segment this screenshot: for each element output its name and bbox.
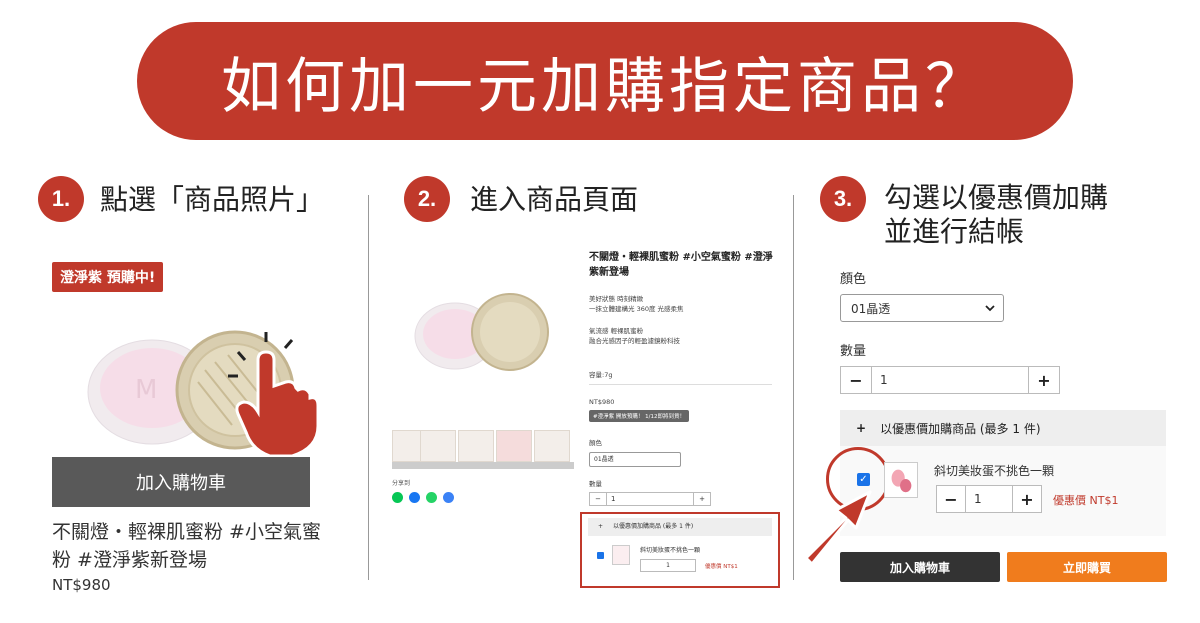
step-3-number: 3. <box>820 176 866 222</box>
addon-plus-icon: + <box>598 523 604 530</box>
product-price: NT$980 <box>52 576 111 594</box>
share-label: 分享到 <box>392 480 411 487</box>
product-title: 不關燈・輕裸肌蜜粉 #小空氣蜜粉 #澄淨紫新登場 <box>589 252 773 278</box>
preorder-badge: 澄淨紫 預購中! <box>52 262 164 292</box>
step-2-text: 進入商品頁面 <box>470 183 639 216</box>
line-icon[interactable] <box>392 492 403 503</box>
addon-qty-stepper[interactable]: − 1 + <box>936 485 1042 513</box>
addon-header[interactable]: + 以優惠價加購商品 (最多 1 件) <box>588 518 772 536</box>
preorder-tag: #澄淨紫 開放預購！ 1/12即將到貨！ <box>589 410 689 422</box>
qty-minus-button[interactable]: − <box>590 493 606 505</box>
color-label: 顏色 <box>840 272 867 287</box>
addon-header-label: 以優惠價加購商品 (最多 1 件) <box>880 421 1041 436</box>
description-line: 融合光感因子的輕盈濾鏡粉科技 <box>589 337 680 345</box>
addon-qty-input[interactable]: 1 <box>965 486 1013 512</box>
thumbnail[interactable] <box>496 430 532 462</box>
thumbnail[interactable] <box>458 430 494 462</box>
addon-header-label: 以優惠價加購商品 (最多 1 件) <box>612 523 694 530</box>
qty-plus-button[interactable]: + <box>1029 367 1059 393</box>
add-to-cart-button[interactable]: 加入購物車 <box>52 457 310 507</box>
qty-value[interactable]: 1 <box>606 493 694 505</box>
step-1-text: 點選「商品照片」 <box>100 183 325 216</box>
color-select-value: 01晶透 <box>851 301 891 316</box>
addon-thumbnail <box>884 462 918 498</box>
addon-plus-icon: + <box>856 421 867 435</box>
svg-text:M: M <box>135 375 157 405</box>
description-line: 氣流感 輕裸肌蜜粉 <box>589 327 644 335</box>
addon-qty-stepper[interactable]: 1 <box>640 559 696 572</box>
price-text: NT$980 <box>589 398 615 406</box>
thumbnail[interactable] <box>420 430 456 462</box>
color-select[interactable]: 01晶透 <box>589 452 681 467</box>
addon-qty-minus-button[interactable]: − <box>937 486 965 512</box>
quantity-stepper[interactable]: − 1 + <box>840 366 1060 394</box>
product-main-image <box>414 293 549 371</box>
addon-qty-plus-button[interactable]: + <box>1013 486 1041 512</box>
step-3-text-line2: 並進行結帳 <box>884 215 1025 248</box>
quantity-label: 數量 <box>589 480 602 488</box>
description-line: 美好狀態 時刻精緻 <box>589 295 644 303</box>
step-1-number: 1. <box>38 176 84 222</box>
qty-input[interactable]: 1 <box>871 367 1029 393</box>
color-select[interactable]: 01晶透 <box>840 294 1004 322</box>
description-line: 一抹立體建構光 360度 光感柔焦 <box>589 305 684 313</box>
quantity-label: 數量 <box>840 344 867 359</box>
qty-plus-button[interactable]: + <box>694 493 710 505</box>
qty-minus-button[interactable]: − <box>841 367 871 393</box>
divider <box>589 384 772 385</box>
addon-name: 斜切美妝蛋不挑色一顆 <box>934 464 1055 478</box>
facebook-icon[interactable] <box>409 492 420 503</box>
thumbnail-scrollbar[interactable] <box>392 462 574 469</box>
thumbnail[interactable] <box>534 430 570 462</box>
page-title: 如何加一元加購指定商品？ <box>137 22 1073 140</box>
addon-checkbox[interactable] <box>597 552 604 559</box>
step-3-text-line1: 勾選以優惠價加購 <box>884 181 1109 214</box>
addon-thumbnail <box>612 545 630 565</box>
divider <box>793 195 794 580</box>
addon-header[interactable]: + 以優惠價加購商品 (最多 1 件) <box>840 410 1166 446</box>
divider <box>368 195 369 580</box>
link-icon[interactable] <box>443 492 454 503</box>
quantity-stepper[interactable]: − 1 + <box>589 492 711 506</box>
addon-promo-price: 優惠價 NT$1 <box>705 564 738 570</box>
capacity-text: 容量:7g <box>589 371 613 379</box>
addon-name: 斜切美妝蛋不挑色一顆 <box>640 547 701 554</box>
addon-promo-price: 優惠價 NT$1 <box>1053 494 1119 507</box>
whatsapp-icon[interactable] <box>426 492 437 503</box>
color-label: 顏色 <box>589 439 602 447</box>
chevron-down-icon <box>985 304 995 311</box>
product-name-link[interactable]: 不關燈・輕裸肌蜜粉 #小空氣蜜粉 #澄淨紫新登場 <box>52 518 322 574</box>
step-2-number: 2. <box>404 176 450 222</box>
add-to-cart-button[interactable]: 加入購物車 <box>840 552 1000 582</box>
product-image[interactable]: M <box>80 320 320 460</box>
buy-now-button[interactable]: 立即購買 <box>1007 552 1167 582</box>
